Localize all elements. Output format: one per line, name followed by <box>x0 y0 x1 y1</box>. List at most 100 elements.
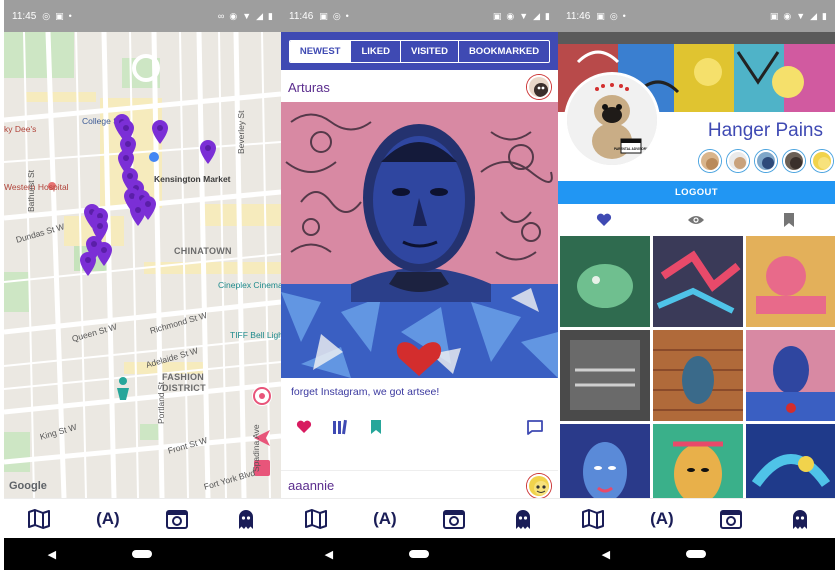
nav-ghost-button[interactable] <box>780 501 820 537</box>
library-icon <box>333 419 347 435</box>
home-pill[interactable] <box>132 550 153 558</box>
art-location-pin[interactable] <box>80 252 96 276</box>
back-icon[interactable]: ◀ <box>591 548 621 561</box>
dot-icon: • <box>68 11 72 21</box>
status-time: 11:46 <box>289 10 314 22</box>
antenna-icon: (A) <box>373 508 397 528</box>
art-location-pin[interactable] <box>200 140 216 164</box>
wifi-icon: ▼ <box>519 11 529 21</box>
following-avatar[interactable] <box>783 150 805 172</box>
eye-icon: ◉ <box>506 10 515 21</box>
author-avatar[interactable] <box>527 75 551 99</box>
ghost-icon <box>516 509 531 529</box>
nav-antenna-button[interactable]: (A) <box>642 501 682 537</box>
art-tile[interactable] <box>653 236 743 327</box>
antenna-icon: (A) <box>650 508 674 528</box>
art-tile[interactable] <box>560 330 650 421</box>
bookmark-icon <box>371 420 381 434</box>
post-author[interactable]: Arturas <box>288 80 330 95</box>
art-tile[interactable] <box>746 236 835 327</box>
nav-camera-button[interactable] <box>434 501 474 537</box>
following-avatar[interactable] <box>755 150 777 172</box>
dot-icon: • <box>622 11 626 21</box>
google-logo: Google <box>9 480 47 492</box>
post-caption: forget Instagram, we got artsee! <box>291 386 440 398</box>
map-label-fashion-2: DISTRICT <box>162 383 206 393</box>
nav-ghost-button[interactable] <box>503 501 543 537</box>
nav-map-button[interactable] <box>296 501 336 537</box>
comment-button[interactable] <box>524 416 546 438</box>
bottom-nav: (A) <box>281 498 558 538</box>
art-tile[interactable] <box>560 236 650 327</box>
bottom-nav: (A) <box>558 498 835 538</box>
system-nav: ◀ <box>281 538 558 570</box>
following-avatars <box>699 150 833 172</box>
system-nav: ◀ <box>558 538 835 570</box>
tab-visited[interactable] <box>676 206 716 234</box>
tab-newest[interactable]: NEWEST <box>289 40 352 62</box>
heart-icon <box>296 420 312 433</box>
nav-ghost-button[interactable] <box>226 501 266 537</box>
profile-tabs <box>558 205 835 235</box>
battery-icon: ▮ <box>822 10 827 21</box>
eye-icon: ◉ <box>783 10 792 21</box>
nav-antenna-button[interactable]: (A) <box>365 501 405 537</box>
map-icon <box>581 508 604 529</box>
map-view[interactable]: College St ky Dee's Kensington Market We… <box>4 32 281 498</box>
bookmark-button[interactable] <box>365 416 387 438</box>
nav-antenna-button[interactable]: (A) <box>88 501 128 537</box>
map-icon <box>27 508 50 529</box>
wifi-icon: ▼ <box>242 11 252 21</box>
art-location-pin[interactable] <box>96 242 112 266</box>
profile-screen: 11:46 ▣ ◎ • ▣ ◉ ▼ ◢ ▮ PARENTAL ADVISORY … <box>558 0 835 570</box>
following-avatar[interactable] <box>699 150 721 172</box>
post-image[interactable] <box>281 102 558 378</box>
camera-icon <box>720 509 743 529</box>
following-avatar[interactable] <box>811 150 833 172</box>
visited-button[interactable] <box>329 416 351 438</box>
author-avatar[interactable] <box>527 473 551 498</box>
signal-icon: ◢ <box>533 10 541 21</box>
tab-bookmarked[interactable] <box>769 206 809 234</box>
parental-advisory-sticker: PARENTAL ADVISORY <box>614 147 649 151</box>
link-icon: ∞ <box>217 11 225 21</box>
following-avatar[interactable] <box>727 150 749 172</box>
map-screen: 11:45 ◎ ▣ • ∞ ◉ ▼ ◢ ▮ College St ky Dee'… <box>4 0 281 570</box>
post-header: Arturas <box>281 72 558 102</box>
nav-camera-button[interactable] <box>157 501 197 537</box>
post-header: aaannie <box>281 470 558 500</box>
back-icon[interactable]: ◀ <box>37 548 67 561</box>
art-tile[interactable] <box>653 330 743 421</box>
post-author[interactable]: aaannie <box>288 478 334 493</box>
art-tile[interactable] <box>746 330 835 421</box>
map-label-bathurst: Bathurst St <box>26 169 36 212</box>
gallery-icon: ▣ <box>769 10 779 21</box>
gallery-icon: ▣ <box>492 10 502 21</box>
eye-icon <box>688 216 705 224</box>
nav-map-button[interactable] <box>19 501 59 537</box>
feed-filter-tabs: NEWEST LIKED VISITED BOOKMARKED <box>288 39 551 63</box>
tab-bookmarked[interactable]: BOOKMARKED <box>459 41 549 62</box>
art-location-pin[interactable] <box>152 120 168 144</box>
nav-map-button[interactable] <box>573 501 613 537</box>
camera-icon <box>166 509 189 529</box>
status-bar: 11:46 ▣ ◎ • ▣ ◉ ▼ ◢ ▮ <box>281 0 558 32</box>
status-bar: 11:46 ▣ ◎ • ▣ ◉ ▼ ◢ ▮ <box>558 0 835 32</box>
tab-liked[interactable]: LIKED <box>351 40 401 62</box>
home-pill[interactable] <box>409 550 430 558</box>
nav-camera-button[interactable] <box>711 501 751 537</box>
home-pill[interactable] <box>686 550 707 558</box>
battery-icon: ▮ <box>545 10 550 21</box>
profile-avatar[interactable]: PARENTAL ADVISORY <box>564 72 660 168</box>
map-icon <box>304 508 327 529</box>
tab-liked[interactable] <box>584 206 624 234</box>
back-icon[interactable]: ◀ <box>314 548 344 561</box>
like-button[interactable] <box>293 416 315 438</box>
map-label-beverley: Beverley St <box>236 110 246 154</box>
signal-icon: ◢ <box>256 10 264 21</box>
battery-icon: ▮ <box>268 10 273 21</box>
art-location-pin[interactable] <box>130 202 146 226</box>
tab-visited[interactable]: VISITED <box>401 40 459 62</box>
logout-button[interactable]: LOGOUT <box>558 181 835 204</box>
map-label-chinatown: CHINATOWN <box>174 246 232 256</box>
